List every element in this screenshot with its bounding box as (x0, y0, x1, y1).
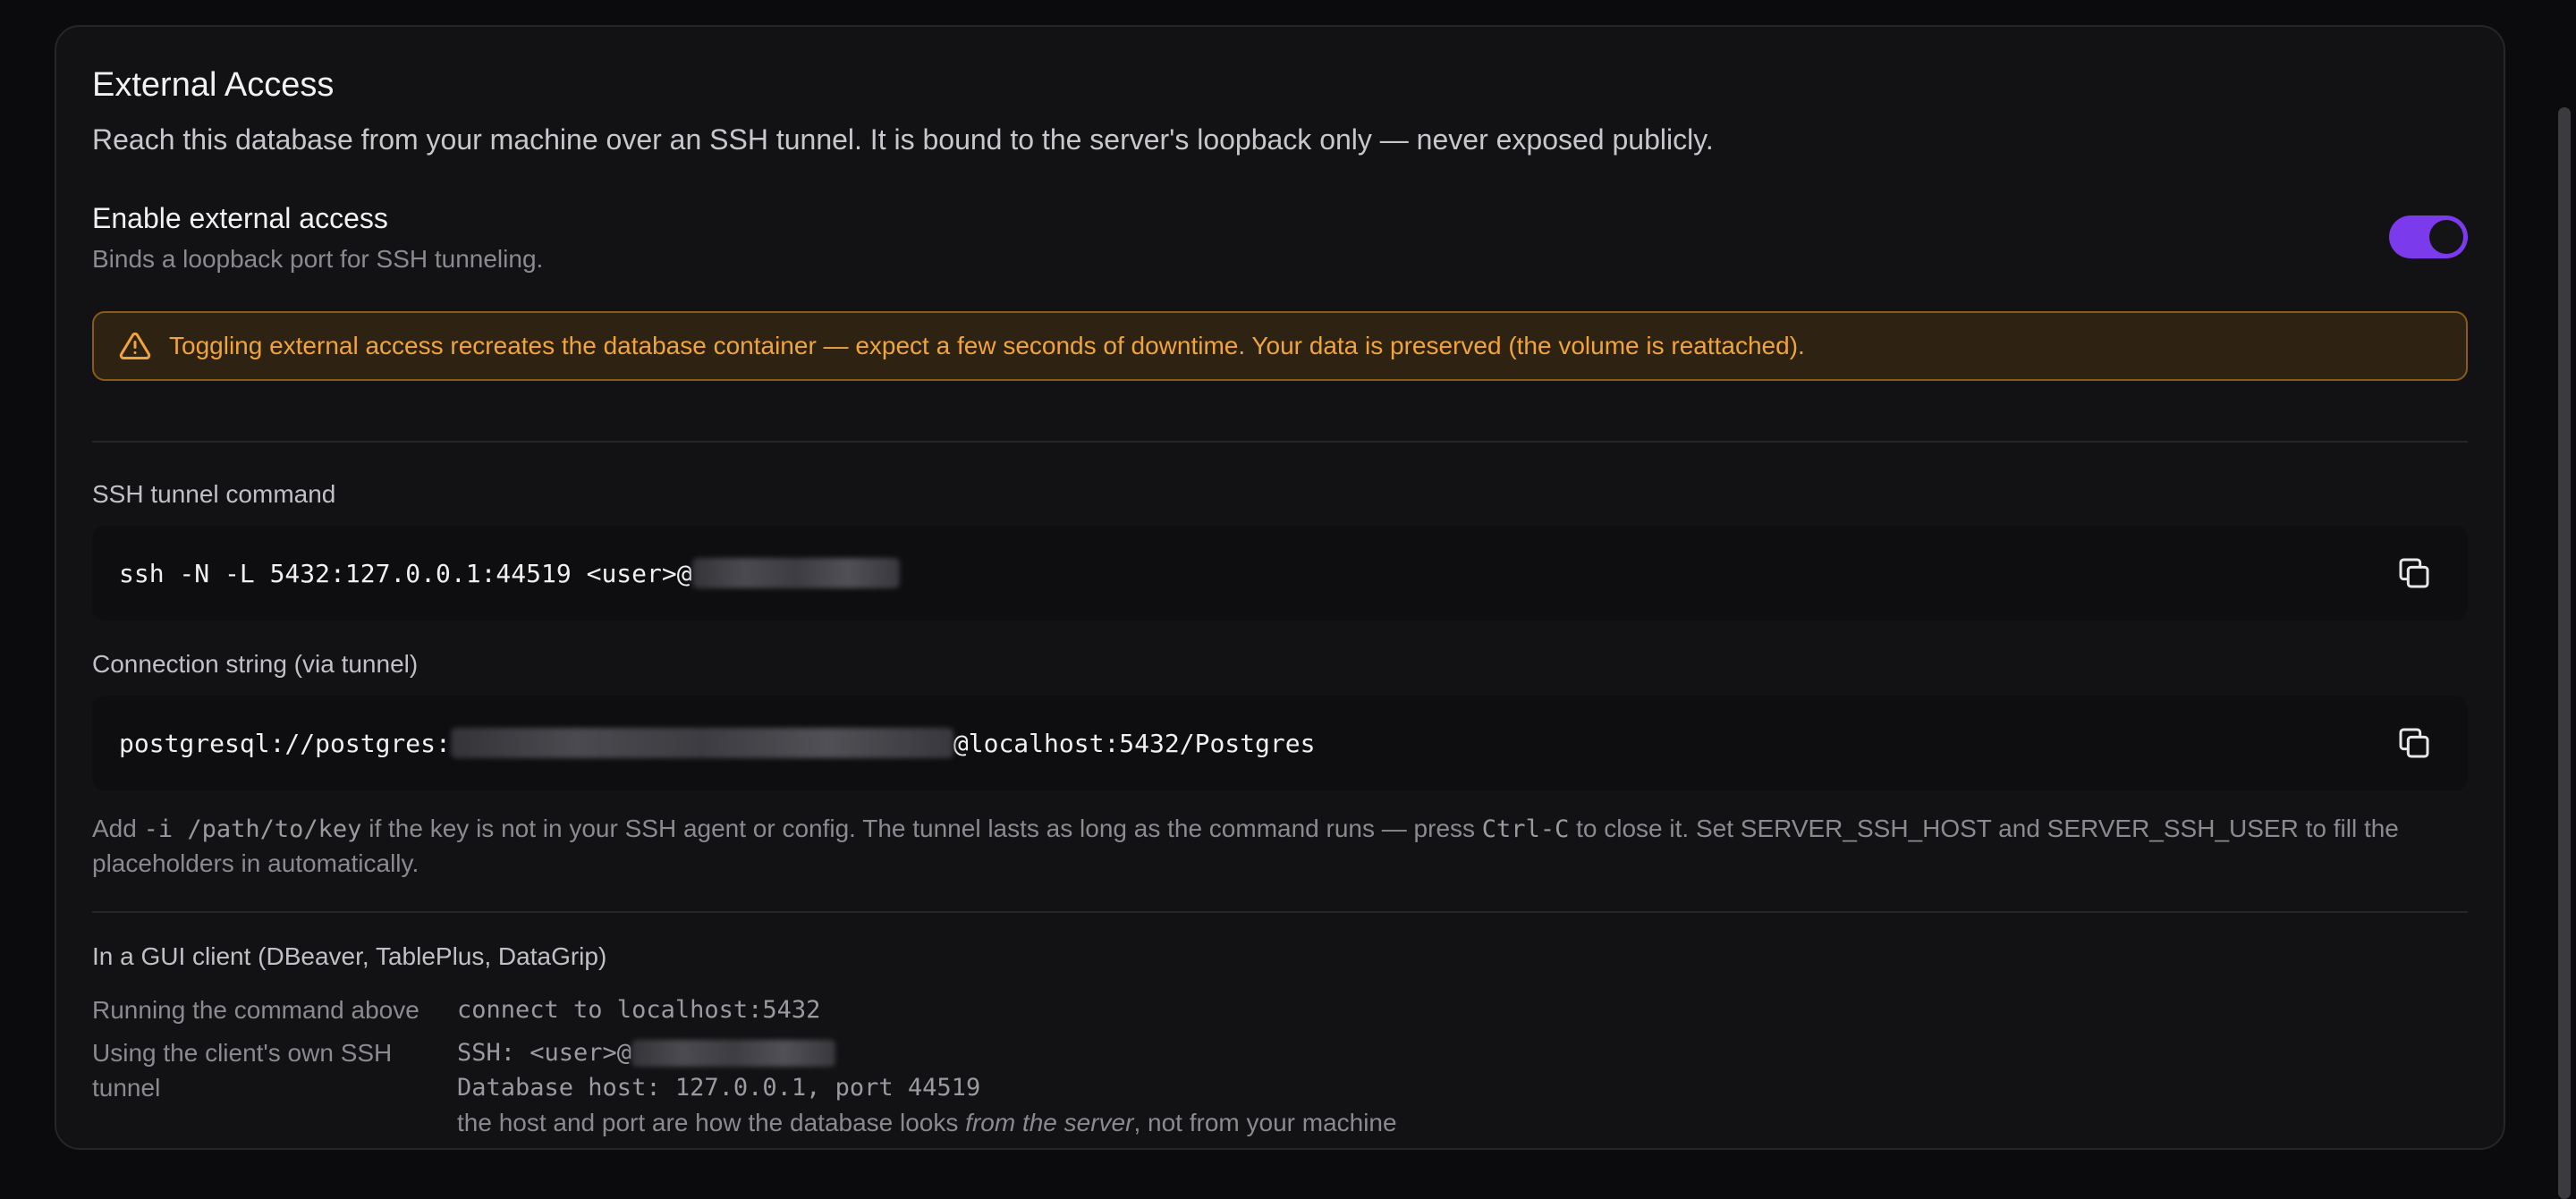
gui-client-title: In a GUI client (DBeaver, TablePlus, Dat… (92, 942, 607, 970)
section-subtitle: Reach this database from your machine ov… (92, 123, 1714, 156)
toggle-hint: Binds a loopback port for SSH tunneling. (92, 245, 544, 273)
gui-ssh-line: SSH: <user>@ (457, 1035, 1397, 1070)
gui-row-label-ssh: Using the client's own SSH tunnel (92, 1039, 393, 1102)
ssh-command-label: SSH tunnel command (92, 480, 336, 508)
redacted-password (450, 728, 953, 758)
help-code-ctrl-c: Ctrl-C (1481, 815, 1570, 843)
tunnel-help-text: Add -i /path/to/key if the key is not in… (92, 812, 2489, 881)
external-access-card: External Access Reach this database from… (55, 25, 2505, 1150)
connection-string-box[interactable]: postgresql://postgres: @localhost:5432/Po… (92, 696, 2468, 790)
downtime-warning-banner: Toggling external access recreates the d… (92, 311, 2468, 381)
toggle-label: Enable external access (92, 202, 388, 234)
gui-note-line: the host and port are how the database l… (457, 1105, 1397, 1140)
redacted-host (631, 1039, 836, 1067)
warning-text: Toggling external access recreates the d… (169, 332, 1805, 359)
gui-localhost-value: connect to localhost:5432 (457, 996, 821, 1024)
scrollbar[interactable] (2551, 0, 2576, 1199)
connection-string-prefix: postgresql://postgres: (119, 728, 451, 758)
redacted-host (691, 558, 900, 588)
gui-note-a: the host and port are how the database l… (457, 1109, 966, 1136)
help-code-key-flag: -i /path/to/key (143, 815, 362, 843)
section-title: External Access (92, 66, 335, 104)
copy-connection-string-button[interactable] (2396, 725, 2432, 761)
divider (92, 441, 2468, 443)
copy-ssh-command-button[interactable] (2396, 555, 2432, 591)
page: External Access Reach this database from… (0, 0, 2576, 1199)
gui-row-label-command: Running the command above (92, 996, 419, 1024)
gui-row-value-command: connect to localhost:5432 (457, 992, 820, 1027)
ssh-command-prefix: ssh -N -L 5432:127.0.0.1:44519 <user>@ (119, 558, 692, 588)
help-text-2: if the key is not in your SSH agent or c… (361, 815, 1482, 842)
gui-row-value-ssh: SSH: <user>@ Database host: 127.0.0.1, p… (457, 1035, 1397, 1140)
gui-ssh-prefix: SSH: <user>@ (457, 1039, 632, 1067)
gui-note-em: from the server (965, 1109, 1134, 1136)
connection-string-label: Connection string (via tunnel) (92, 650, 419, 678)
ssh-command-box[interactable]: ssh -N -L 5432:127.0.0.1:44519 <user>@ (92, 526, 2468, 621)
enable-external-access-toggle[interactable] (2389, 215, 2468, 258)
ssh-command-text: ssh -N -L 5432:127.0.0.1:44519 <user>@ (119, 558, 900, 588)
connection-string-suffix: @localhost:5432/Postgres (953, 728, 1316, 758)
divider (92, 911, 2468, 913)
scrollbar-thumb[interactable] (2558, 107, 2571, 1199)
warning-triangle-icon (119, 332, 151, 359)
toggle-knob (2429, 220, 2463, 254)
connection-string-text: postgresql://postgres: @localhost:5432/Po… (119, 728, 1315, 758)
gui-db-host-line: Database host: 127.0.0.1, port 44519 (457, 1074, 981, 1102)
gui-note-b: , not from your machine (1133, 1109, 1397, 1136)
help-text-1: Add (92, 815, 144, 842)
